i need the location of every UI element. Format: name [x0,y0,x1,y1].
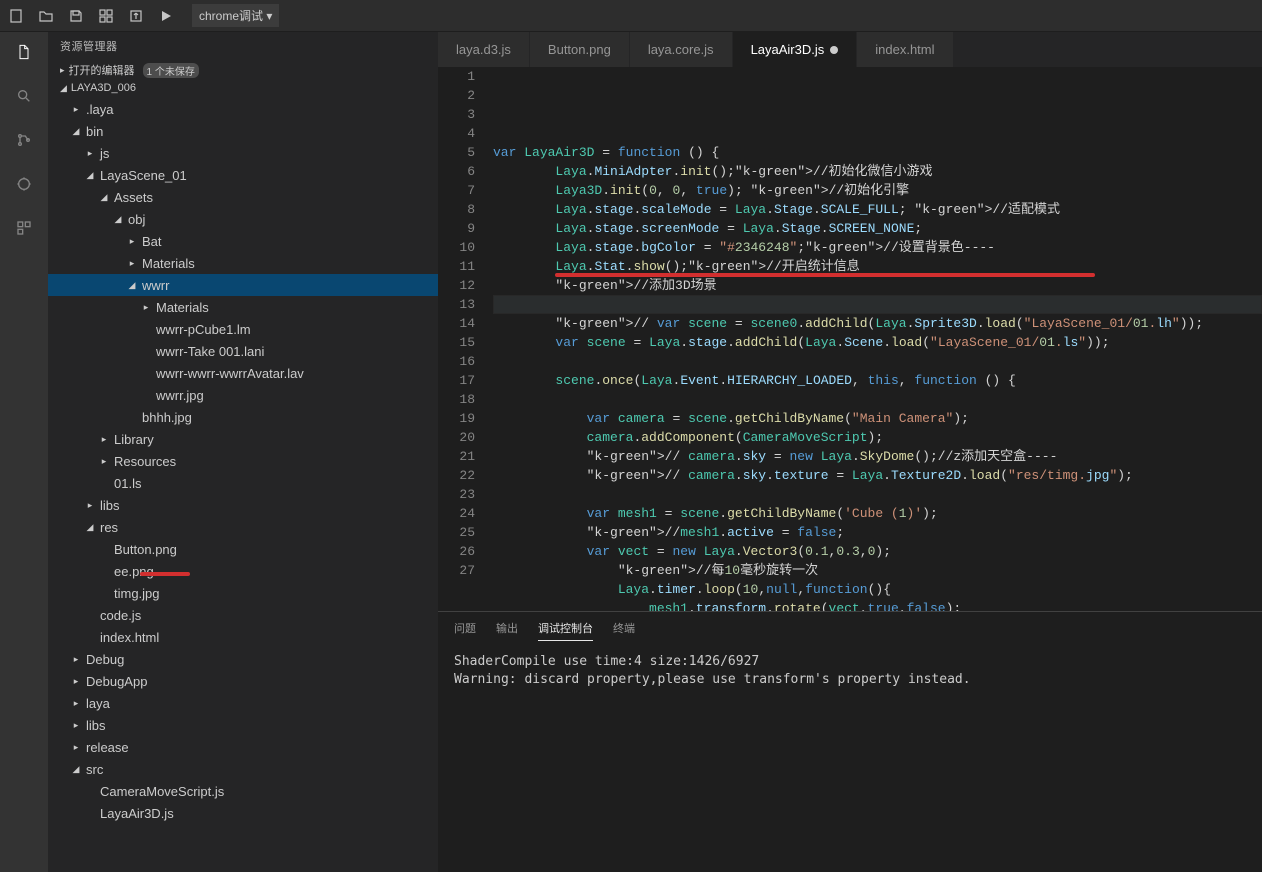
tree-item[interactable]: ▸Materials [48,252,438,274]
tree-item[interactable]: timg.jpg [48,582,438,604]
save-icon[interactable] [68,8,84,24]
tree-item[interactable]: wwrr-Take 001.lani [48,340,438,362]
tree-item[interactable]: Button.png [48,538,438,560]
line-gutter: 1234567891011121314151617181920212223242… [438,67,493,611]
editor-tab[interactable]: laya.d3.js [438,32,530,67]
tree-item[interactable]: ▸Materials [48,296,438,318]
editor-area: laya.d3.jsButton.pnglaya.core.jsLayaAir3… [438,32,1262,872]
tree-item[interactable]: ◢src [48,758,438,780]
tree-item[interactable]: wwrr-wwrr-wwrrAvatar.lav [48,362,438,384]
tree-item[interactable]: bhhh.jpg [48,406,438,428]
tree-item[interactable]: ▸Debug [48,648,438,670]
tree-item[interactable]: ▸Library [48,428,438,450]
explorer-icon[interactable] [12,40,36,64]
panel-tab-output[interactable]: 输出 [496,620,518,641]
panel-tab-debug-console[interactable]: 调试控制台 [538,620,593,641]
open-folder-icon[interactable] [38,8,54,24]
tree-item[interactable]: code.js [48,604,438,626]
project-header[interactable]: ◢ LAYA3D_006 [48,80,438,96]
layout-icon[interactable] [98,8,114,24]
tree-item[interactable]: ▸.laya [48,98,438,120]
debug-icon[interactable] [12,172,36,196]
tree-item[interactable]: ▸libs [48,714,438,736]
search-icon[interactable] [12,84,36,108]
tree-item[interactable]: wwrr.jpg [48,384,438,406]
modified-dot-icon [830,46,838,54]
tree-item[interactable]: CameraMoveScript.js [48,780,438,802]
open-editors-header[interactable]: ▸ 打开的编辑器 1 个未保存 [48,60,438,80]
bottom-panel: 问题 输出 调试控制台 终端 ShaderCompile use time:4 … [438,611,1262,872]
debug-dropdown[interactable]: chrome调试 ▾ [192,4,279,27]
console-line: Warning: discard property,please use tra… [454,671,1246,689]
code-content[interactable]: var LayaAir3D = function () { Laya.MiniA… [493,67,1262,611]
sidebar-title: 资源管理器 [48,32,438,60]
editor-tab[interactable]: Button.png [530,32,630,67]
panel-body: ShaderCompile use time:4 size:1426/6927 … [438,649,1262,693]
unsaved-badge: 1 个未保存 [143,63,199,78]
tree-item[interactable]: ◢Assets [48,186,438,208]
tree-item[interactable]: LayaAir3D.js [48,802,438,824]
panel-tab-problems[interactable]: 问题 [454,620,476,641]
tree-item[interactable]: ▸libs [48,494,438,516]
tree-item[interactable]: ▸DebugApp [48,670,438,692]
tree-item[interactable]: ▸laya [48,692,438,714]
current-line-highlight [493,295,1262,314]
editor-tab[interactable]: laya.core.js [630,32,733,67]
tree-item[interactable]: index.html [48,626,438,648]
tree-item[interactable]: wwrr-pCube1.lm [48,318,438,340]
red-annotation-2 [140,572,190,576]
sidebar: 资源管理器 ▸ 打开的编辑器 1 个未保存 ◢ LAYA3D_006 ▸.lay… [48,32,438,872]
console-line: ShaderCompile use time:4 size:1426/6927 [454,653,1246,671]
play-icon[interactable] [158,8,174,24]
tree-item[interactable]: ◢bin [48,120,438,142]
new-file-icon[interactable] [8,8,24,24]
tree-item[interactable]: ▸release [48,736,438,758]
editor-tabs: laya.d3.jsButton.pnglaya.core.jsLayaAir3… [438,32,1262,67]
tree-item[interactable]: ee.png [48,560,438,582]
tree-item[interactable]: 01.ls [48,472,438,494]
tree-item[interactable]: ◢obj [48,208,438,230]
red-annotation-1 [555,273,1095,277]
tree-item[interactable]: ◢LayaScene_01 [48,164,438,186]
scm-icon[interactable] [12,128,36,152]
tree-item[interactable]: ▸js [48,142,438,164]
open-editors-label: 打开的编辑器 [69,62,135,78]
editor-tab[interactable]: index.html [857,32,953,67]
export-icon[interactable] [128,8,144,24]
tree-item[interactable]: ▸Bat [48,230,438,252]
code-editor[interactable]: 1234567891011121314151617181920212223242… [438,67,1262,611]
extensions-icon[interactable] [12,216,36,240]
project-name: LAYA3D_006 [71,82,136,94]
tree-item[interactable]: ▸Resources [48,450,438,472]
editor-tab[interactable]: LayaAir3D.js [733,32,858,67]
top-toolbar: chrome调试 ▾ [0,0,1262,32]
panel-tab-terminal[interactable]: 终端 [613,620,635,641]
panel-tabs: 问题 输出 调试控制台 终端 [438,612,1262,649]
file-tree: ▸.laya◢bin▸js◢LayaScene_01◢Assets◢obj▸Ba… [48,96,438,872]
tree-item[interactable]: ◢wwrr [48,274,438,296]
tree-item[interactable]: ◢res [48,516,438,538]
activity-bar [0,32,48,872]
